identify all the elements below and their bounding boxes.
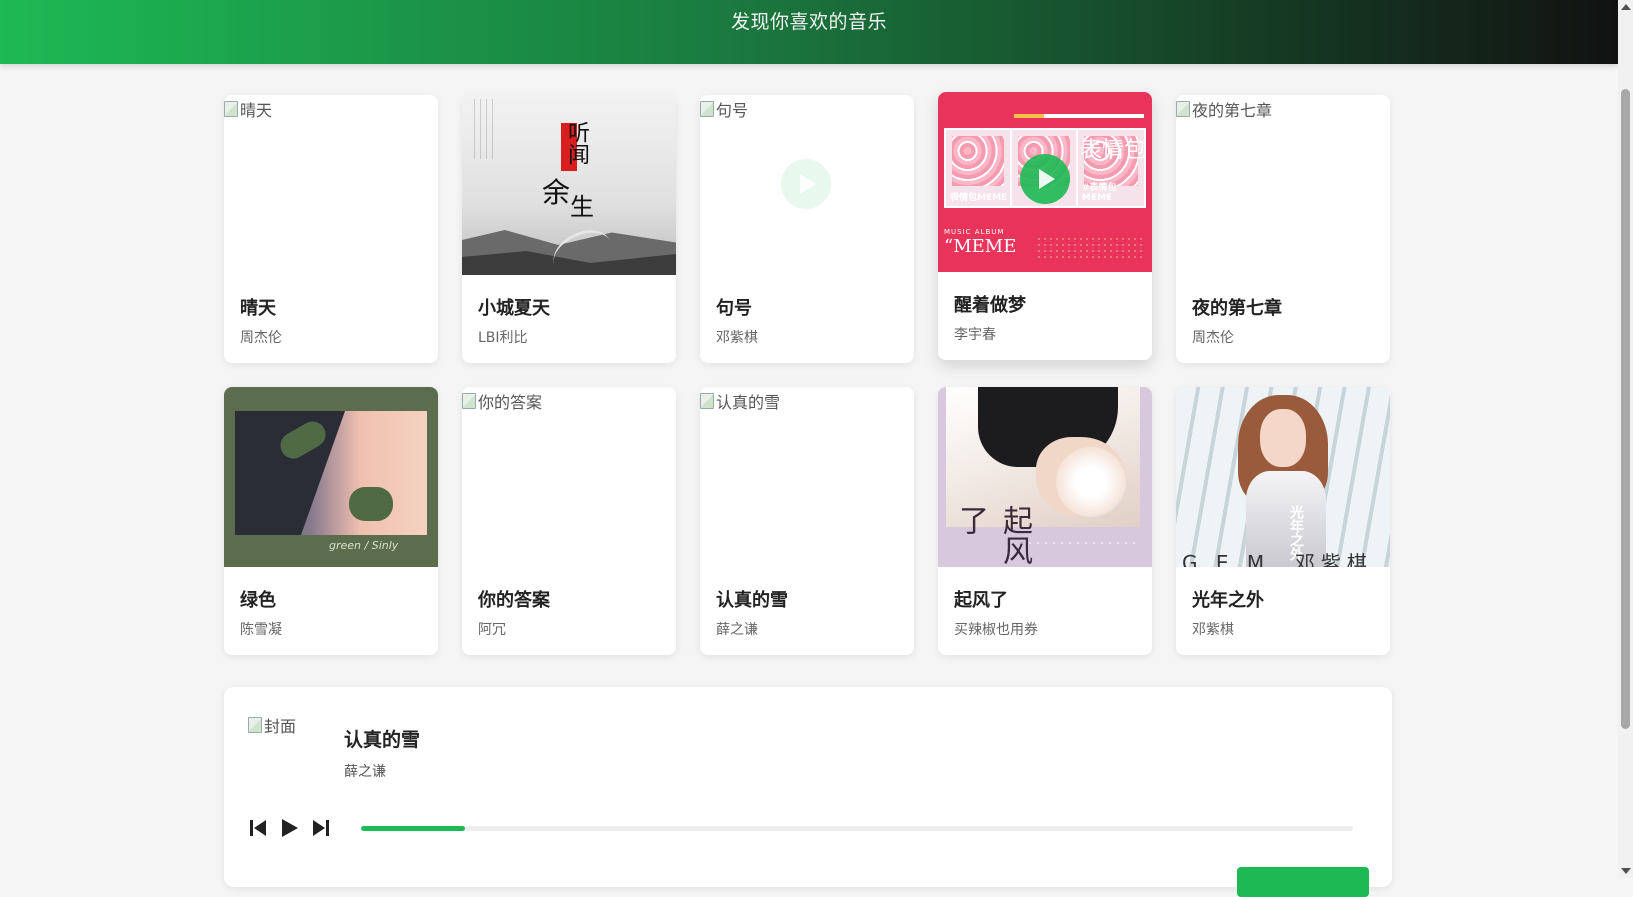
play-icon[interactable] [278, 817, 300, 839]
play-overlay-icon[interactable] [1020, 154, 1070, 204]
song-title: 光年之外 [1192, 590, 1264, 611]
cover-text-1: 听闻 [564, 121, 589, 165]
song-title: 夜的第七章 [1192, 298, 1282, 319]
song-card-qifengle[interactable]: 起风了 起风了 买辣椒也用券 [938, 387, 1152, 655]
song-cover[interactable]: 夜的第七章 [1176, 95, 1390, 275]
song-cover[interactable]: 表情包MEME #表情包MEME 表情包 MUSIC ALBUM “MEME [938, 92, 1152, 272]
broken-image: 你的答案 [462, 389, 542, 413]
cover-album-title: “MEME [944, 236, 1017, 257]
song-title: 你的答案 [478, 590, 550, 611]
broken-image: 晴天 [224, 97, 272, 121]
cover-big-label: 表情包 [1080, 138, 1147, 163]
previous-icon[interactable] [247, 817, 269, 839]
cover-text-3: 生 [570, 193, 594, 221]
song-artist: LBI利比 [478, 330, 528, 346]
song-artist: 李宇春 [954, 327, 996, 343]
scroll-thumb[interactable] [1621, 89, 1630, 729]
song-artist: 买辣椒也用券 [954, 622, 1038, 638]
song-card-renzhendexue[interactable]: 认真的雪 认真的雪 薛之谦 [700, 387, 914, 655]
cover-panel: 表情包MEME [944, 128, 1012, 208]
song-title: 小城夏天 [478, 298, 550, 319]
play-overlay-icon[interactable] [781, 159, 831, 209]
scroll-down-icon[interactable] [1621, 868, 1631, 874]
cover-fine-print [474, 99, 498, 159]
song-card-qingtian[interactable]: 晴天 晴天 周杰伦 [224, 95, 438, 363]
cover-alt-text: 认真的雪 [716, 393, 781, 412]
song-cover[interactable]: 晴天 [224, 95, 438, 275]
cover-alt-text: 你的答案 [478, 393, 543, 412]
cover-bar [1014, 114, 1044, 118]
cover-album-label: MUSIC ALBUM [944, 228, 1005, 236]
cover-dots [1036, 236, 1146, 262]
song-cover[interactable]: 认真的雪 [700, 387, 914, 567]
song-card-xiaochengxiatian[interactable]: 听闻 余 生 小城夏天 LBI利比 [462, 95, 676, 363]
song-artist: 陈雪凝 [240, 622, 282, 638]
progress-bar[interactable] [361, 826, 1353, 831]
song-cover[interactable]: 听闻 余 生 [462, 95, 676, 275]
next-icon[interactable] [310, 817, 332, 839]
cover-alt-text: 夜的第七章 [1192, 101, 1273, 120]
cover-flower [1056, 447, 1126, 517]
song-title: 醒着做梦 [954, 295, 1026, 316]
cover-road [547, 224, 617, 275]
music-player: 封面 认真的雪 薛之谦 [224, 687, 1392, 897]
broken-image-icon [700, 393, 714, 409]
song-card-guangnianzhiwai[interactable]: 光年之外 G.E.M. 邓紫棋 光年之外 邓紫棋 [1176, 387, 1390, 655]
page-title: 发现你喜欢的音乐 [730, 11, 887, 33]
broken-image: 句号 [700, 97, 748, 121]
song-title: 认真的雪 [716, 590, 788, 611]
song-title: 句号 [716, 298, 752, 319]
song-cover[interactable]: 句号 [700, 95, 914, 275]
progress-fill [361, 826, 466, 831]
song-artist: 薛之谦 [716, 622, 758, 638]
cover-alt-text: 句号 [716, 101, 749, 120]
scrollbar[interactable] [1618, 0, 1633, 878]
cover-text-2: 余 [542, 176, 571, 209]
song-cover[interactable]: 你的答案 [462, 387, 676, 567]
broken-image: 认真的雪 [700, 389, 780, 413]
scroll-up-icon[interactable] [1621, 4, 1631, 10]
player-cover-broken-image: 封面 [248, 713, 296, 737]
broken-image: 夜的第七章 [1176, 97, 1272, 121]
song-artist: 周杰伦 [1192, 330, 1234, 346]
song-artist: 阿冗 [478, 622, 506, 638]
song-card-nidedaan[interactable]: 你的答案 你的答案 阿冗 [462, 387, 676, 655]
song-card-xingzhezuomeng[interactable]: 表情包MEME #表情包MEME 表情包 MUSIC ALBUM “MEME 醒… [938, 92, 1152, 360]
cover-face [1260, 409, 1306, 467]
broken-image-icon [224, 101, 238, 117]
broken-image-icon [248, 717, 262, 733]
cover-alt-text: 晴天 [240, 101, 273, 120]
cover-artist-text: G.E.M. 邓紫棋 [1182, 551, 1373, 567]
cover-signature: green / Sinly [329, 539, 399, 552]
song-cover[interactable]: 起风了 [938, 387, 1152, 567]
cover-alt-text: 封面 [264, 717, 297, 736]
song-artist: 邓紫棋 [1192, 622, 1234, 638]
phone-icon [349, 487, 393, 521]
broken-image-icon [700, 101, 714, 117]
song-title: 起风了 [954, 590, 1008, 611]
song-title: 晴天 [240, 298, 276, 319]
song-cover[interactable]: 光年之外 G.E.M. 邓紫棋 [1176, 387, 1390, 567]
broken-image-icon [462, 393, 476, 409]
cover-dots [1018, 541, 1138, 545]
song-card-lvse[interactable]: green / Sinly 绿色 陈雪凝 [224, 387, 438, 655]
song-card-juhao[interactable]: 句号 句号 邓紫棋 [700, 95, 914, 363]
song-card-yedediqizhang[interactable]: 夜的第七章 夜的第七章 周杰伦 [1176, 95, 1390, 363]
song-cover[interactable]: green / Sinly [224, 387, 438, 567]
header: 发现你喜欢的音乐 [0, 0, 1618, 64]
now-playing-artist: 薛之谦 [344, 764, 386, 780]
song-title: 绿色 [240, 590, 276, 611]
cover-calligraphy: 起风了 [953, 505, 1032, 565]
broken-image-icon [1176, 101, 1190, 117]
action-button[interactable] [1237, 867, 1369, 897]
song-artist: 周杰伦 [240, 330, 282, 346]
song-artist: 邓紫棋 [716, 330, 758, 346]
now-playing-title: 认真的雪 [344, 729, 421, 751]
